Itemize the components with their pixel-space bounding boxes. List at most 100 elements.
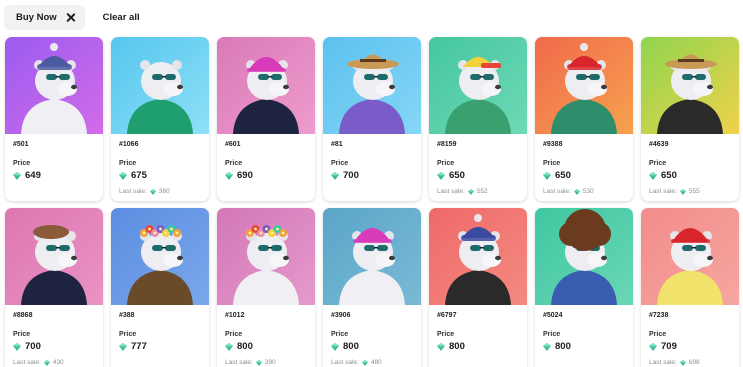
buy-now-filter-chip[interactable]: Buy Now (4, 4, 85, 30)
nft-info: #6797 Price 800 (429, 305, 527, 352)
token-id: #8868 (13, 312, 33, 319)
token-id: #7238 (649, 312, 669, 319)
gem-icon (361, 359, 368, 366)
price-row: 800 (437, 341, 519, 352)
close-icon[interactable] (66, 13, 75, 22)
nft-image[interactable] (429, 208, 527, 305)
price-row: 800 (225, 341, 307, 352)
last-sale-row: Last sale: 360 (119, 188, 201, 195)
nft-card[interactable]: #501 Price 649 (5, 37, 103, 201)
token-id: #1012 (225, 312, 245, 319)
last-sale-label: Last sale: (13, 359, 41, 366)
gem-icon (331, 342, 339, 351)
token-id: #9388 (543, 141, 563, 148)
gem-icon (225, 171, 233, 180)
price-value: 649 (25, 170, 41, 181)
nft-card[interactable]: #1012 Price 800 Last sale: 390 (217, 208, 315, 367)
last-sale-value: 360 (158, 188, 170, 195)
nft-image[interactable] (641, 37, 739, 134)
gem-icon (649, 171, 657, 180)
nft-artwork (111, 208, 209, 305)
nft-card[interactable]: #9388 Price 650 Last sale: 530 (535, 37, 633, 201)
nft-image[interactable] (5, 208, 103, 305)
nft-image[interactable] (217, 208, 315, 305)
price-label: Price (225, 160, 243, 167)
nft-image[interactable] (111, 37, 209, 134)
nft-card[interactable]: #81 Price 700 (323, 37, 421, 201)
nft-card[interactable]: #601 Price 690 (217, 37, 315, 201)
price-label: Price (437, 160, 455, 167)
nft-image[interactable] (5, 37, 103, 134)
price-label: Price (649, 331, 667, 338)
gem-icon (573, 188, 580, 195)
nft-info: #8868 Price 700 Last sale: 430 (5, 305, 103, 366)
nft-artwork (429, 37, 527, 134)
nft-card[interactable]: #4639 Price 650 Last sale: 555 (641, 37, 739, 201)
nft-artwork (323, 208, 421, 305)
nft-image[interactable] (111, 208, 209, 305)
nft-image[interactable] (429, 37, 527, 134)
nft-card[interactable]: #1066 Price 675 Last sale: 360 (111, 37, 209, 201)
buy-now-chip-label: Buy Now (16, 11, 57, 23)
nft-artwork (323, 37, 421, 134)
nft-card[interactable]: #6797 Price 800 (429, 208, 527, 367)
price-value: 650 (555, 170, 571, 181)
price-row: 649 (13, 170, 95, 181)
nft-card[interactable]: #3906 Price 800 Last sale: 480 (323, 208, 421, 367)
price-value: 700 (25, 341, 41, 352)
token-id: #1066 (119, 141, 139, 148)
token-id: #5024 (543, 312, 563, 319)
gem-icon (679, 359, 686, 366)
nft-image[interactable] (535, 208, 633, 305)
last-sale-label: Last sale: (331, 359, 359, 366)
last-sale-label: Last sale: (649, 188, 677, 195)
gem-icon (119, 342, 127, 351)
token-id: #501 (13, 141, 29, 148)
nft-artwork (5, 208, 103, 305)
token-id: #6797 (437, 312, 457, 319)
gem-icon (119, 171, 127, 180)
nft-card[interactable]: #8868 Price 700 Last sale: 430 (5, 208, 103, 367)
gem-icon (437, 171, 445, 180)
gem-icon (543, 171, 551, 180)
gem-icon (13, 342, 21, 351)
nft-card[interactable]: #388 Price 777 (111, 208, 209, 367)
token-id: #388 (119, 312, 135, 319)
nft-info: #1012 Price 800 Last sale: 390 (217, 305, 315, 366)
nft-image[interactable] (217, 37, 315, 134)
nft-image[interactable] (535, 37, 633, 134)
price-label: Price (13, 160, 31, 167)
nft-image[interactable] (323, 37, 421, 134)
price-value: 650 (661, 170, 677, 181)
nft-image[interactable] (641, 208, 739, 305)
price-label: Price (119, 160, 137, 167)
nft-info: #7238 Price 709 Last sale: 698 (641, 305, 739, 366)
price-value: 690 (237, 170, 253, 181)
last-sale-row: Last sale: 555 (649, 188, 731, 195)
price-row: 777 (119, 341, 201, 352)
nft-info: #9388 Price 650 Last sale: 530 (535, 134, 633, 195)
nft-artwork (641, 208, 739, 305)
price-value: 800 (449, 341, 465, 352)
price-label: Price (13, 331, 31, 338)
gem-icon (331, 171, 339, 180)
nft-info: #5024 Price 800 (535, 305, 633, 352)
price-label: Price (331, 331, 349, 338)
clear-all-button[interactable]: Clear all (103, 12, 140, 23)
nft-artwork (535, 37, 633, 134)
price-value: 800 (343, 341, 359, 352)
token-id: #81 (331, 141, 343, 148)
nft-card[interactable]: #5024 Price 800 (535, 208, 633, 367)
price-row: 700 (13, 341, 95, 352)
filter-bar: Buy Now Clear all (4, 4, 140, 30)
last-sale-value: 552 (476, 188, 488, 195)
nft-card[interactable]: #8159 Price 650 Last sale: 552 (429, 37, 527, 201)
last-sale-value: 698 (688, 359, 700, 366)
gem-icon (649, 342, 657, 351)
nft-image[interactable] (323, 208, 421, 305)
last-sale-value: 430 (52, 359, 64, 366)
price-row: 650 (543, 170, 625, 181)
nft-card[interactable]: #7238 Price 709 Last sale: 698 (641, 208, 739, 367)
price-label: Price (331, 160, 349, 167)
nft-info: #8159 Price 650 Last sale: 552 (429, 134, 527, 195)
